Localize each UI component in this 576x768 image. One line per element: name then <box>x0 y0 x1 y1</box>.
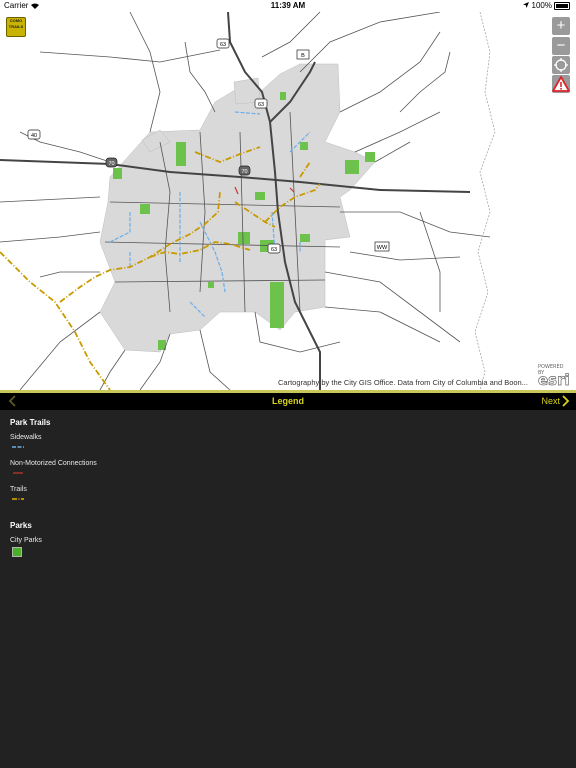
legend-item-label: Non-Motorized Connections <box>10 460 97 467</box>
city-parks-swatch <box>12 547 22 557</box>
logo-text: COMO TRAILS <box>8 18 24 29</box>
next-button[interactable]: Next <box>541 395 570 407</box>
warning-icon <box>552 76 570 92</box>
report-issue-button[interactable] <box>552 75 570 93</box>
map-attribution: Cartography by the City GIS Office. Data… <box>278 378 528 387</box>
route-shield-63-south: 63 <box>267 243 281 254</box>
route-label: 40 <box>31 133 37 139</box>
next-label: Next <box>541 396 560 406</box>
crosshair-icon <box>554 58 568 72</box>
route-shield-70-west: 70 <box>105 157 118 168</box>
esri-logo: POWERED BY esri <box>538 364 570 390</box>
route-label: 63 <box>271 247 277 253</box>
route-shield-63-mid: 63 <box>254 98 268 109</box>
location-arrow-icon <box>523 2 530 8</box>
trails-swatch <box>12 498 24 500</box>
legend-group-title: Parks <box>10 521 32 530</box>
route-shield-70-east: 70 <box>238 165 251 176</box>
chevron-right-icon <box>562 395 570 407</box>
status-right: 100% <box>523 1 570 10</box>
como-trails-logo[interactable]: COMO TRAILS <box>6 17 26 37</box>
map-view[interactable]: 63 B 63 40 70 70 63 WW COMO TRAILS + − C… <box>0 12 576 390</box>
battery-percent: 100% <box>531 1 552 10</box>
sidewalks-swatch <box>12 446 24 448</box>
legend-title: Legend <box>271 396 304 406</box>
route-label: 63 <box>258 102 264 108</box>
county-boundary <box>474 12 496 390</box>
zoom-in-button[interactable]: + <box>552 17 570 35</box>
route-shield-ww: WW <box>374 241 390 252</box>
route-label: 70 <box>108 161 114 167</box>
legend-item-label: Trails <box>10 486 27 493</box>
status-time: 11:39 AM <box>270 1 306 10</box>
route-label: 70 <box>241 169 247 175</box>
locate-button[interactable] <box>552 56 570 74</box>
zoom-in-label: + <box>556 17 566 34</box>
esri-logo-text: esri <box>538 371 570 390</box>
route-label: 63 <box>220 42 226 48</box>
non-motorized-swatch <box>13 472 23 474</box>
map-canvas[interactable]: 63 B 63 40 70 70 63 WW <box>0 12 576 390</box>
zoom-out-label: − <box>556 37 566 54</box>
route-shield-63-north: 63 <box>216 38 230 49</box>
legend-panel: Park Trails Sidewalks Non-Motorized Conn… <box>0 410 576 768</box>
legend-bar: Legend Next <box>0 393 576 410</box>
legend-group-title: Park Trails <box>10 418 51 427</box>
route-label: WW <box>377 245 388 251</box>
legend-item-label: Sidewalks <box>10 434 42 441</box>
route-label: B <box>301 53 305 59</box>
battery-icon <box>554 1 570 10</box>
status-bar: Carrier 11:39 AM 100% <box>0 0 576 12</box>
legend-item-label: City Parks <box>10 537 42 544</box>
route-shield-b: B <box>296 49 310 60</box>
zoom-out-button[interactable]: − <box>552 37 570 55</box>
route-shield-40: 40 <box>27 129 41 140</box>
